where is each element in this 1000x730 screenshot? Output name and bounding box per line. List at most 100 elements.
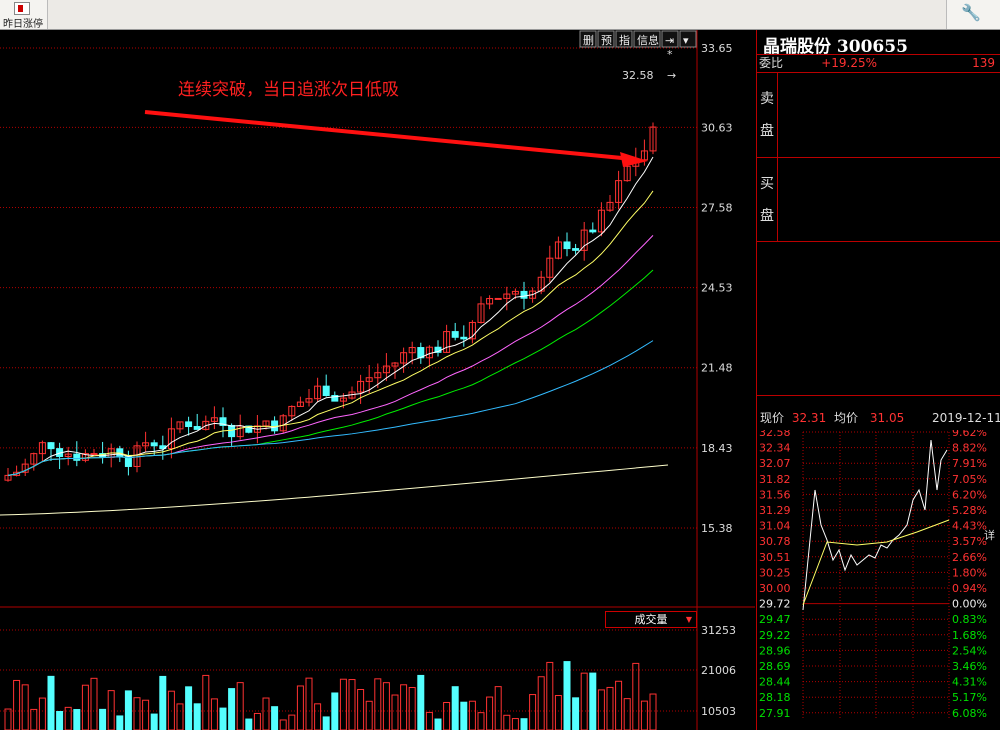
peak-price-label: 32.58 — [622, 69, 654, 82]
intraday-price-label: 28.44 — [759, 676, 791, 689]
volume-bar — [468, 700, 476, 730]
volume-bar — [382, 682, 390, 730]
volume-bar — [529, 694, 537, 730]
intraday-price-label: 28.69 — [759, 660, 791, 673]
volume-bar — [314, 703, 322, 730]
intraday-avg-line — [802, 519, 950, 606]
order-row — [779, 141, 999, 158]
price-tick-label: 21.48 — [701, 362, 733, 375]
intraday-price-label: 31.29 — [759, 504, 791, 517]
volume-bar — [339, 678, 347, 730]
intraday-pct-label: 9.62% — [952, 430, 987, 439]
intraday-pct-label: 3.46% — [952, 660, 987, 673]
volume-bar — [615, 680, 623, 730]
intraday-price-label: 28.96 — [759, 644, 791, 657]
volume-bar — [296, 685, 304, 730]
volume-bar — [434, 718, 442, 730]
intraday-price-label: 29.47 — [759, 613, 791, 626]
now-label: 现价 — [760, 411, 785, 425]
ma20-line — [7, 235, 654, 476]
order-row — [779, 209, 999, 226]
volume-bar — [185, 686, 193, 730]
intraday-price-label: 31.56 — [759, 488, 791, 501]
order-row — [779, 124, 999, 141]
toolbar: 昨日涨停 🔧 — [0, 0, 1000, 30]
order-row — [779, 90, 999, 107]
candle-body — [494, 297, 502, 300]
intraday-price-label: 30.00 — [759, 582, 791, 595]
intraday-svg: 32.58 9.62% 32.34 8.82% 32.07 7.91% 31.82 7.05%… — [759, 430, 987, 720]
volume-bar — [443, 701, 451, 730]
volume-bar — [150, 713, 158, 730]
intraday-price-label: 28.18 — [759, 691, 791, 704]
volume-bar — [193, 703, 201, 730]
candle-body — [589, 229, 597, 233]
kline-chart[interactable]: 33.65 30.63 27.58 24.53 21.48 18.43 15.38 31253… — [0, 30, 755, 730]
intraday-price-label: 30.25 — [759, 566, 791, 579]
volume-bar — [99, 708, 107, 730]
volume-tick-label: 10503 — [701, 705, 736, 718]
volume-bar — [503, 714, 511, 730]
intraday-pct-label: 0.83% — [952, 613, 987, 626]
price-tick-label: 18.43 — [701, 442, 733, 455]
chart-annotation: 连续突破，当日追涨次日低吸 — [178, 80, 399, 100]
avg-label: 均价 — [834, 411, 859, 425]
order-row — [779, 158, 999, 175]
intraday-price-label: 31.82 — [759, 473, 791, 486]
volume-bar — [640, 700, 648, 730]
ma10-line — [7, 190, 654, 476]
volume-bar — [537, 676, 545, 730]
intraday-pct-label: 1.80% — [952, 566, 987, 579]
wrench-icon: 🔧 — [961, 3, 981, 22]
committee-value: 139 — [972, 56, 995, 70]
settings-button[interactable]: 🔧 — [946, 0, 1000, 29]
volume-bar — [236, 682, 244, 730]
volume-bar — [563, 661, 571, 730]
candle-body — [150, 442, 158, 447]
volume-bar — [21, 684, 29, 730]
candle-body — [228, 424, 236, 438]
intraday-price-label: 32.34 — [759, 442, 791, 455]
intraday-header: 现价 32.31 均价 31.05 2019-12-11 — [760, 410, 1000, 427]
toolbar-label: 昨日涨停 — [3, 19, 43, 30]
intraday-pct-label: 2.66% — [952, 551, 987, 564]
detail-button[interactable]: 详 — [984, 527, 995, 543]
volume-bar — [245, 718, 253, 730]
volume-bar — [391, 694, 399, 730]
volume-bar — [554, 695, 562, 730]
volume-bar — [30, 708, 38, 730]
chart-tool-label: ⇥ — [665, 34, 674, 47]
volume-tick-label: 31253 — [701, 624, 736, 637]
sell-label-2: 盘 — [760, 123, 774, 139]
volume-bar — [494, 686, 502, 730]
candle-body — [47, 442, 55, 450]
volume-bar — [606, 686, 614, 730]
stat-row — [759, 259, 999, 276]
intraday-price-label: 32.58 — [759, 430, 791, 439]
stat-row — [759, 293, 999, 310]
chart-tool-label: 指 — [619, 33, 630, 47]
intraday-chart[interactable]: 现价 32.31 均价 31.05 2019-12-11 32.58 9.62% 3… — [757, 411, 1000, 730]
volume-bar — [400, 684, 408, 730]
intraday-price-label: 29.22 — [759, 629, 791, 642]
candle-body — [322, 385, 330, 397]
chart-tool-label: 信息 — [637, 33, 659, 47]
volume-indicator-button[interactable]: 成交量 ▼ — [605, 611, 697, 628]
volume-bar — [38, 697, 46, 730]
candle-body — [563, 241, 571, 250]
order-row — [779, 175, 999, 192]
volume-bar — [107, 690, 115, 730]
volume-bar — [572, 697, 580, 730]
candle-body — [572, 248, 580, 251]
intraday-pct-label: 5.17% — [952, 691, 987, 704]
stat-row — [759, 378, 999, 395]
volume-bar — [460, 701, 468, 730]
chart-tool-label: 删 — [583, 34, 594, 47]
volume-bar — [520, 718, 528, 730]
intraday-pct-label: 6.20% — [952, 488, 987, 501]
volume-bar — [176, 703, 184, 730]
yesterday-limit-up-button[interactable]: 昨日涨停 — [0, 0, 48, 30]
intraday-pct-label: 7.05% — [952, 473, 987, 486]
volume-bar — [322, 716, 330, 730]
sell-label-1: 卖 — [760, 91, 774, 107]
